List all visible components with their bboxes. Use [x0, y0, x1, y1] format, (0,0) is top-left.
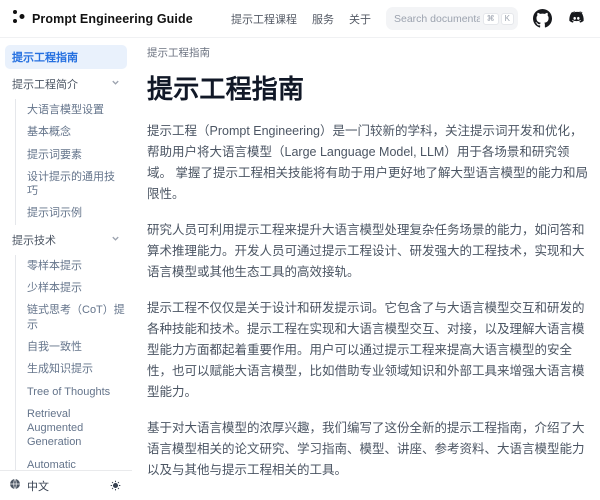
top-header: Prompt Engineering Guide 提示工程课程 服务 关于 ⌘ … — [0, 0, 600, 38]
site-title: Prompt Engineering Guide — [32, 12, 193, 26]
breadcrumb: 提示工程指南 — [147, 45, 590, 60]
sidebar-item-zeroshot[interactable]: 零样本提示 — [16, 255, 127, 277]
sidebar-item-rag[interactable]: Retrieval Augmented Generation — [16, 403, 127, 454]
site-logo[interactable]: Prompt Engineering Guide — [12, 8, 193, 30]
search-field[interactable] — [394, 13, 480, 25]
discord-icon[interactable] — [567, 9, 586, 28]
nav-link-services[interactable]: 服务 — [312, 11, 334, 27]
chevron-down-icon — [111, 78, 120, 90]
sidebar-intro-children: 大语言模型设置 基本概念 提示词要素 设计提示的通用技巧 提示词示例 — [15, 99, 127, 225]
shortcut-key-k: K — [501, 13, 514, 25]
paragraph-2: 研究人员可利用提示工程来提升大语言模型处理复杂任务场景的能力，如问答和算术推理能… — [147, 220, 590, 283]
language-label: 中文 — [27, 478, 49, 494]
sidebar-item-intro[interactable]: 提示工程简介 — [5, 72, 127, 96]
sidebar-item-label: 提示工程简介 — [12, 76, 78, 92]
sidebar-item-fewshot[interactable]: 少样本提示 — [16, 277, 127, 299]
sidebar-item-cot[interactable]: 链式思考（CoT）提示 — [16, 299, 127, 336]
sidebar-item-techniques[interactable]: 提示技术 — [5, 228, 127, 252]
sidebar: 提示工程指南 提示工程简介 大语言模型设置 基本概念 提示词要素 设计提示的通用… — [0, 38, 132, 500]
theme-toggle-sun-icon[interactable] — [110, 480, 121, 491]
search-shortcut: ⌘ K — [483, 13, 514, 25]
sidebar-tech-children: 零样本提示 少样本提示 链式思考（CoT）提示 自我一致性 生成知识提示 Tre… — [15, 255, 127, 470]
sidebar-footer: 中文 — [0, 470, 132, 500]
paragraph-3: 提示工程不仅仅是关于设计和研发提示词。它包含了与大语言模型交互和研发的各种技能和… — [147, 298, 590, 403]
shortcut-key-cmd: ⌘ — [483, 13, 499, 25]
sidebar-item-label: 提示技术 — [12, 232, 56, 248]
nav-link-course[interactable]: 提示工程课程 — [231, 11, 297, 27]
search-input[interactable]: ⌘ K — [386, 7, 518, 30]
sidebar-nav: 提示工程指南 提示工程简介 大语言模型设置 基本概念 提示词要素 设计提示的通用… — [0, 38, 132, 470]
paragraph-4: 基于对大语言模型的浓厚兴趣，我们编写了这份全新的提示工程指南，介绍了大语言模型相… — [147, 418, 590, 481]
dots-logo-icon — [12, 8, 25, 30]
sidebar-item-basics[interactable]: 基本概念 — [16, 121, 127, 143]
header-nav: 提示工程课程 服务 关于 ⌘ K — [231, 7, 586, 30]
sidebar-item-elements[interactable]: 提示词要素 — [16, 144, 127, 166]
github-icon[interactable] — [533, 9, 552, 28]
main-content: 提示工程指南 提示工程指南 提示工程（Prompt Engineering）是一… — [132, 38, 600, 500]
sidebar-item-label: 提示工程指南 — [12, 49, 78, 65]
language-selector[interactable]: 中文 — [9, 478, 49, 494]
paragraph-1: 提示工程（Prompt Engineering）是一门较新的学科，关注提示词开发… — [147, 121, 590, 205]
chevron-down-icon — [111, 234, 120, 246]
sidebar-item-general-tips[interactable]: 设计提示的通用技巧 — [16, 166, 127, 203]
sidebar-item-art[interactable]: Automatic Reasoning and Tool-use — [16, 454, 127, 470]
sidebar-item-consistency[interactable]: 自我一致性 — [16, 336, 127, 358]
globe-icon — [9, 478, 21, 493]
sidebar-item-knowledge[interactable]: 生成知识提示 — [16, 358, 127, 380]
sidebar-item-examples[interactable]: 提示词示例 — [16, 202, 127, 224]
sidebar-item-guide[interactable]: 提示工程指南 — [5, 45, 127, 69]
sidebar-item-tot[interactable]: Tree of Thoughts — [16, 381, 127, 403]
nav-link-about[interactable]: 关于 — [349, 11, 371, 27]
page-title: 提示工程指南 — [147, 69, 590, 106]
sidebar-item-llm-settings[interactable]: 大语言模型设置 — [16, 99, 127, 121]
